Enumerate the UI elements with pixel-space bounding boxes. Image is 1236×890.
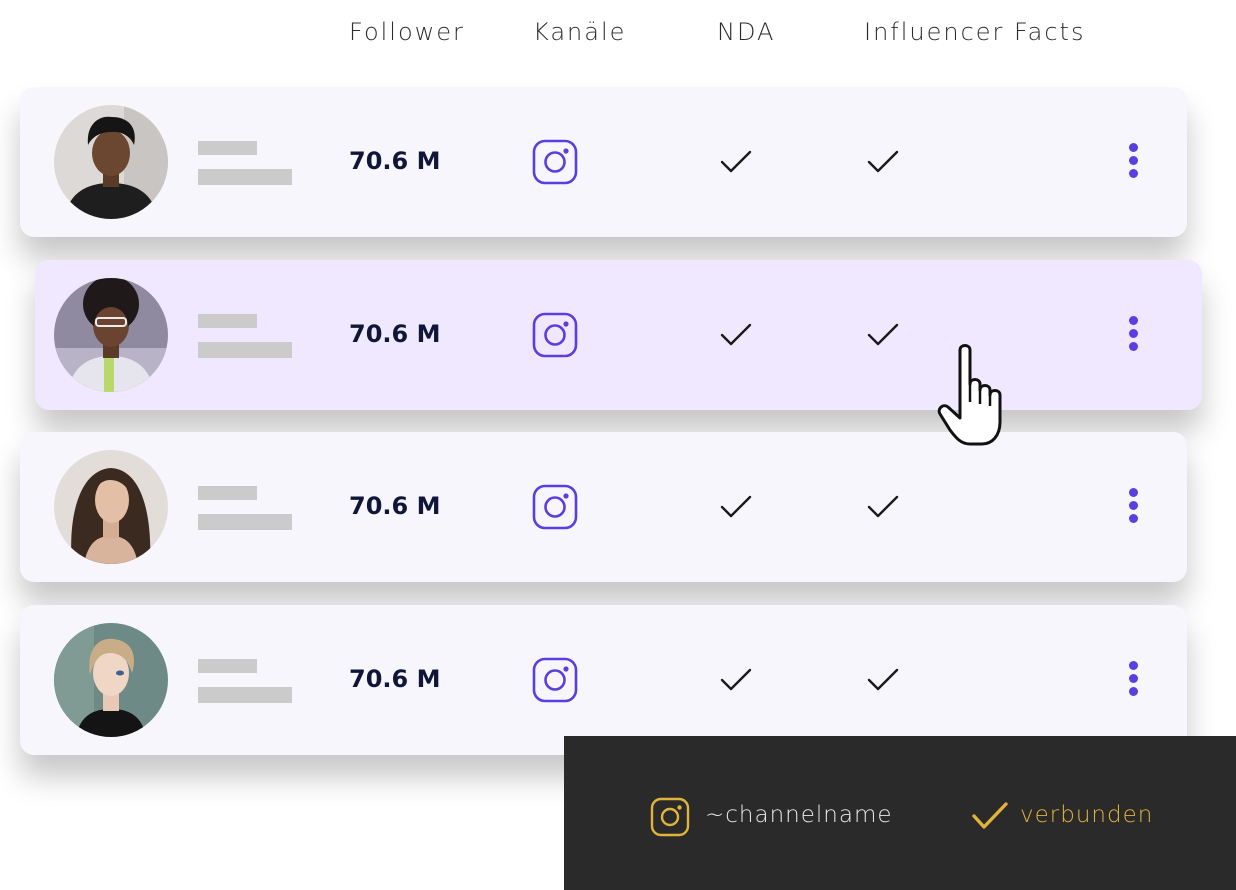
facts-check-icon: [867, 323, 899, 346]
more-options-icon[interactable]: [1120, 312, 1146, 358]
name-placeholder: [198, 659, 257, 673]
connection-status: verbunden: [1020, 802, 1154, 828]
influencer-row[interactable]: 70.6 M: [20, 605, 1187, 755]
nda-check-icon: [720, 495, 752, 518]
handle-placeholder: [198, 514, 292, 530]
facts-check-icon: [867, 150, 899, 173]
follower-count: 70.6 M: [349, 320, 441, 348]
follower-count: 70.6 M: [349, 665, 441, 693]
nda-check-icon: [720, 150, 752, 173]
name-placeholder: [198, 486, 257, 500]
name-placeholder: [198, 141, 257, 155]
more-options-icon[interactable]: [1120, 484, 1146, 530]
handle-placeholder: [198, 342, 292, 358]
influencer-row[interactable]: 70.6 M: [20, 87, 1187, 237]
instagram-icon: [650, 797, 690, 837]
column-header-influencer-facts: Influencer Facts: [864, 18, 1086, 46]
avatar: [54, 105, 168, 219]
more-options-icon[interactable]: [1120, 139, 1146, 185]
avatar: [54, 450, 168, 564]
instagram-icon[interactable]: [532, 484, 578, 530]
instagram-icon[interactable]: [532, 657, 578, 703]
follower-count: 70.6 M: [349, 147, 441, 175]
nda-check-icon: [720, 668, 752, 691]
influencer-row[interactable]: 70.6 M: [20, 432, 1187, 582]
avatar: [54, 278, 168, 392]
facts-check-icon: [867, 668, 899, 691]
check-icon: [972, 802, 1008, 829]
column-header-channels: Kanäle: [533, 18, 627, 46]
handle-placeholder: [198, 687, 292, 703]
nda-check-icon: [720, 323, 752, 346]
channel-name: ~channelname: [705, 802, 893, 828]
table-header: Follower Kanäle NDA Influencer Facts: [0, 0, 1236, 70]
follower-count: 70.6 M: [349, 492, 441, 520]
handle-placeholder: [198, 169, 292, 185]
channel-status-toast: ~channelname verbunden: [564, 736, 1236, 890]
column-header-follower: Follower: [349, 18, 465, 46]
name-placeholder: [198, 314, 257, 328]
hand-pointer-cursor-icon: [937, 344, 1002, 446]
facts-check-icon: [867, 495, 899, 518]
more-options-icon[interactable]: [1120, 657, 1146, 703]
influencer-row[interactable]: 70.6 M: [35, 260, 1202, 410]
column-header-nda: NDA: [717, 18, 776, 46]
instagram-icon[interactable]: [532, 312, 578, 358]
instagram-icon[interactable]: [532, 139, 578, 185]
avatar: [54, 623, 168, 737]
